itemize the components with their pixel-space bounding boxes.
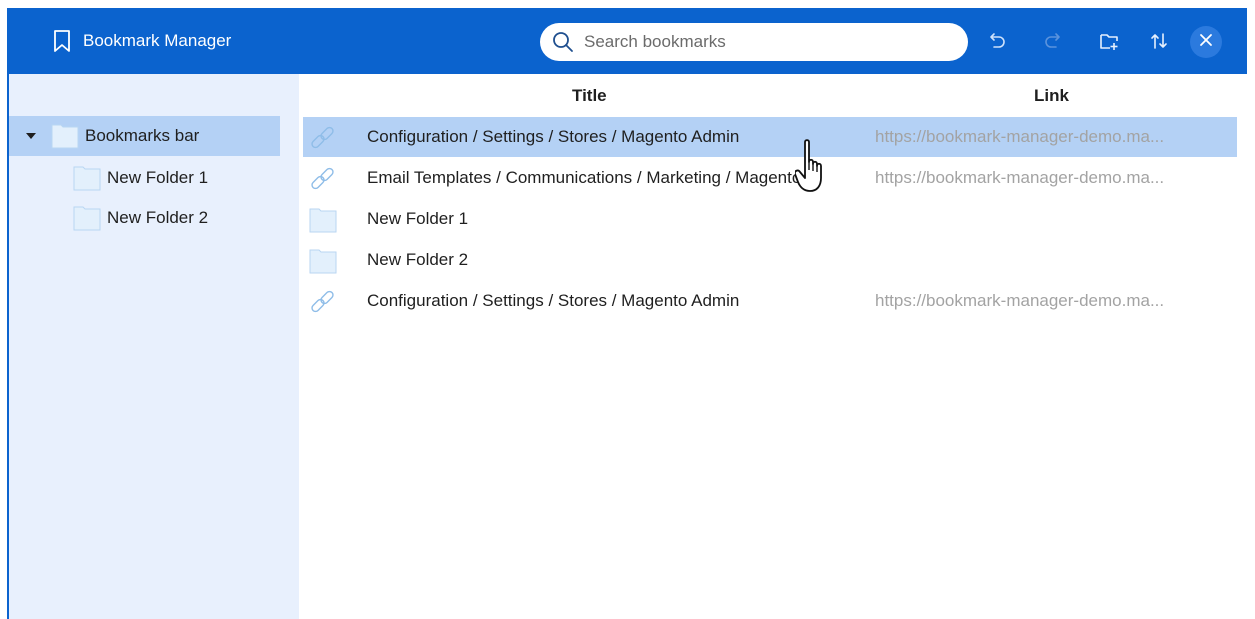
link-icon [309,125,337,151]
bookmark-list: Title Link Configuration / Settings / St… [299,74,1247,619]
new-folder-button[interactable] [1095,27,1123,55]
bookmark-title: Email Templates / Communications / Marke… [367,168,816,187]
undo-icon [986,30,1008,52]
search-input[interactable] [582,31,946,53]
link-icon [309,166,337,192]
folder-icon [73,165,101,191]
tree-item-label: New Folder 1 [107,168,209,187]
table-row[interactable]: New Folder 2 [303,240,1237,280]
table-row[interactable]: Email Templates / Communications / Marke… [303,158,1237,198]
bookmark-manager-window: Bookmark Manager Search bookmarks Bookma… [7,8,1247,619]
folder-tree-sidebar: Bookmarks bar New Folder 1 New Folder 2 [7,74,299,619]
bookmark-title: New Folder 2 [367,250,469,269]
bookmark-link: https://bookmark-manager-demo.ma... [875,127,1165,146]
column-header-title[interactable]: Title [572,86,607,106]
tree-item-label: Bookmarks bar [85,126,200,145]
bookmark-title: Configuration / Settings / Stores / Mage… [367,127,740,146]
bookmark-title: New Folder 1 [367,209,469,228]
bookmark-link: https://bookmark-manager-demo.ma... [875,168,1165,187]
redo-icon [1042,30,1064,52]
caret-down-icon[interactable] [25,130,37,142]
table-row[interactable]: Configuration / Settings / Stores / Mage… [303,117,1237,157]
table-row[interactable]: Configuration / Settings / Stores / Mage… [303,281,1237,321]
folder-icon [51,123,79,149]
app-title: Bookmark Manager [83,31,232,50]
folder-icon [309,248,337,274]
close-icon [1199,33,1213,52]
bookmark-icon [53,29,71,53]
tree-item-new-folder-2[interactable]: New Folder 2 [9,198,280,238]
app-brand: Bookmark Manager [53,8,231,74]
sort-button[interactable] [1145,27,1173,55]
close-button[interactable] [1190,26,1222,58]
folder-icon [309,207,337,233]
column-header-link[interactable]: Link [1034,86,1069,106]
link-icon [309,289,337,315]
new-folder-icon [1098,30,1120,52]
undo-button[interactable] [983,27,1011,55]
tree-item-bookmarks-bar[interactable]: Bookmarks bar [9,116,280,156]
table-row[interactable]: New Folder 1 [303,199,1237,239]
search-box[interactable] [540,23,968,61]
search-icon [552,31,582,53]
bookmark-link: https://bookmark-manager-demo.ma... [875,291,1165,310]
tree-item-label: New Folder 2 [107,208,209,227]
sort-icon [1148,30,1170,52]
tree-item-new-folder-1[interactable]: New Folder 1 [9,158,280,198]
redo-button[interactable] [1039,27,1067,55]
bookmark-title: Configuration / Settings / Stores / Mage… [367,291,740,310]
header-bar: Bookmark Manager [7,8,1247,74]
folder-icon [73,205,101,231]
